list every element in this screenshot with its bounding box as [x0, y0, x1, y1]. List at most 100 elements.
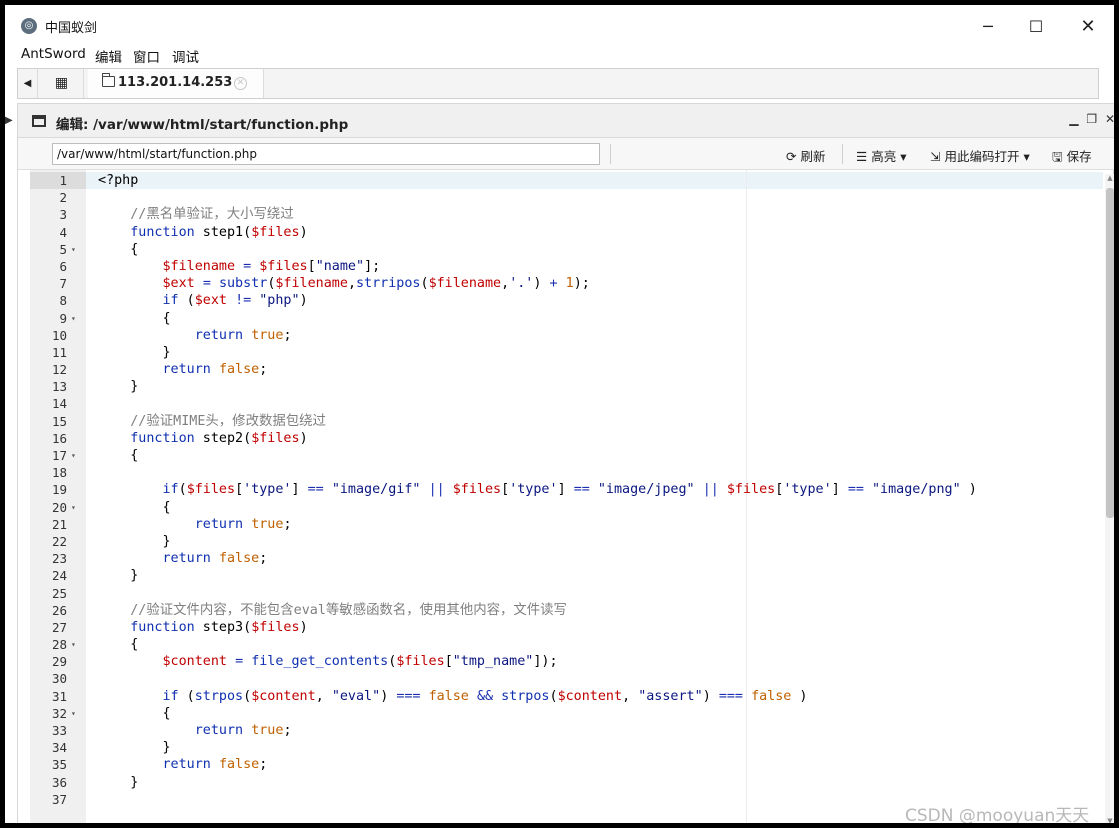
code-line: 10 return true;	[30, 327, 1103, 344]
line-number: 11	[51, 344, 67, 360]
tab-host-label: 113.201.14.253	[118, 75, 233, 90]
code-line: 16 function step2($files)	[30, 430, 1103, 447]
line-number: 17	[51, 448, 67, 463]
code-text: //验证文件内容，不能包含eval等敏感函数名，使用其他内容，文件读写	[98, 602, 567, 618]
line-number: 32	[51, 705, 67, 721]
fold-toggle-icon[interactable]: ▾	[71, 447, 76, 464]
line-number: 2	[59, 190, 67, 206]
editor-panel-header: 编辑: /var/www/html/start/function.php ▁ ❐…	[18, 104, 1114, 138]
open-with-encoding-dropdown[interactable]: ⇲ 用此编码打开 ▾	[930, 146, 1030, 165]
menu-antsword[interactable]: AntSword	[21, 46, 86, 62]
tab-scroll-left-icon[interactable]: ◀	[18, 69, 38, 98]
tab-close-icon[interactable]: ✕	[234, 77, 247, 90]
line-number: 15	[51, 413, 67, 429]
code-text: }	[98, 740, 171, 756]
menu-window[interactable]: 窗口	[133, 46, 160, 66]
line-number: 26	[51, 602, 67, 618]
line-number: 25	[51, 585, 67, 601]
code-line: 5 ▾ {	[30, 241, 1103, 258]
code-line: 25	[30, 585, 1103, 602]
code-text: $content = file_get_contents($files["tmp…	[162, 654, 558, 670]
code-line: 12 return false;	[30, 361, 1103, 378]
line-number: 21	[51, 516, 67, 532]
line-number: 23	[51, 551, 67, 567]
line-number: 29	[51, 654, 67, 670]
code-text: return false;	[162, 362, 268, 378]
fold-toggle-icon[interactable]: ▾	[71, 705, 76, 722]
code-line: 20 ▾ {	[30, 499, 1103, 516]
code-text: {	[98, 241, 139, 257]
code-text: function step3($files)	[130, 619, 308, 635]
caret-down-icon: ▾	[900, 149, 907, 164]
code-text: return true;	[194, 516, 292, 532]
panel-minimize-icon[interactable]: ▁	[1069, 112, 1078, 126]
code-line: 36 }	[30, 774, 1103, 791]
code-line: 3 //黑名单验证，大小写绕过	[30, 206, 1103, 223]
file-path-input[interactable]	[52, 143, 600, 165]
save-button[interactable]: 🖫 保存	[1052, 146, 1092, 169]
close-window-button[interactable]: ✕	[1065, 13, 1111, 41]
code-editor[interactable]: 1 <?php 2 3 //黑名单验证，大小写绕过 4 function step1($…	[30, 170, 1103, 823]
panel-close-icon[interactable]: ✕	[1105, 112, 1114, 126]
code-text: //黑名单验证，大小写绕过	[98, 207, 294, 223]
line-number: 33	[51, 723, 67, 738]
code-text: {	[98, 705, 171, 721]
code-text: }	[98, 774, 139, 790]
line-number: 30	[51, 671, 67, 687]
line-number: 14	[51, 396, 67, 412]
line-number: 12	[51, 362, 67, 378]
title-bar: ◎ 中国蚁剑 ─ ☐ ✕	[5, 5, 1114, 45]
menu-debug[interactable]: 调试	[172, 46, 199, 66]
fold-toggle-icon[interactable]: ▾	[71, 241, 76, 258]
app-window: ◎ 中国蚁剑 ─ ☐ ✕ AntSword 编辑 窗口 调试 ◀ ▦ 113.2…	[0, 0, 1119, 828]
code-line: 7 $ext = substr($filename,strripos($file…	[30, 275, 1103, 292]
code-text: {	[98, 310, 171, 326]
menu-bar: AntSword 编辑 窗口 调试	[5, 45, 1114, 68]
grid-icon[interactable]: ▦	[40, 69, 84, 98]
toolbar-divider	[842, 144, 843, 164]
code-line: 30	[30, 670, 1103, 687]
fold-toggle-icon[interactable]: ▾	[71, 636, 76, 653]
menu-edit[interactable]: 编辑	[95, 46, 122, 66]
scrollbar-thumb[interactable]	[1106, 188, 1114, 518]
line-number: 3	[59, 207, 67, 223]
code-line: 22 }	[30, 533, 1103, 550]
code-text: return true;	[194, 723, 292, 738]
tab-host[interactable]: 113.201.14.253 ✕	[88, 69, 264, 98]
code-text: }	[98, 533, 171, 549]
code-text: function step1($files)	[130, 224, 308, 240]
line-number: 24	[51, 568, 67, 584]
scroll-down-icon[interactable]: ▼	[1105, 817, 1114, 823]
line-number: 35	[51, 757, 67, 773]
code-line: 6 $filename = $files["name"];	[30, 258, 1103, 275]
code-line: 23 return false;	[30, 550, 1103, 567]
code-line: 19 if($files['type'] == "image/gif" || $…	[30, 481, 1103, 498]
code-line: 11 }	[30, 344, 1103, 361]
fold-toggle-icon[interactable]: ▾	[71, 499, 76, 516]
side-collapse-icon[interactable]: ▶	[5, 115, 13, 126]
code-line: 29 $content = file_get_contents($files["…	[30, 653, 1103, 670]
line-number: 31	[51, 688, 67, 704]
maximize-button[interactable]: ☐	[1013, 13, 1059, 41]
panel-controls: ▁ ❐ ✕	[1065, 112, 1114, 126]
panel-restore-icon[interactable]: ❐	[1086, 112, 1097, 126]
code-text: if($files['type'] == "image/gif" || $fil…	[162, 482, 977, 498]
fold-toggle-icon[interactable]: ▾	[71, 310, 76, 327]
vertical-scrollbar[interactable]: ▲ ▼	[1105, 174, 1114, 823]
watermark: CSDN @mooyuan天天	[905, 806, 1090, 826]
code-line: 14	[30, 395, 1103, 412]
refresh-button[interactable]: ⟳ 刷新	[786, 146, 825, 165]
code-line: 31 if (strpos($content, "eval") === fals…	[30, 688, 1103, 705]
line-number: 1	[59, 173, 67, 188]
code-line: 13 }	[30, 378, 1103, 395]
minimize-button[interactable]: ─	[965, 13, 1011, 41]
code-text: function step2($files)	[130, 430, 308, 446]
scroll-up-icon[interactable]: ▲	[1105, 174, 1114, 184]
refresh-icon: ⟳	[786, 149, 797, 164]
code-text: $ext = substr($filename,strripos($filena…	[162, 276, 590, 292]
code-text: if ($ext != "php")	[162, 293, 308, 309]
code-text: {	[98, 448, 139, 463]
highlight-dropdown[interactable]: ☰ 高亮 ▾	[856, 146, 906, 165]
line-number: 5	[59, 241, 67, 257]
line-number: 18	[51, 465, 67, 481]
